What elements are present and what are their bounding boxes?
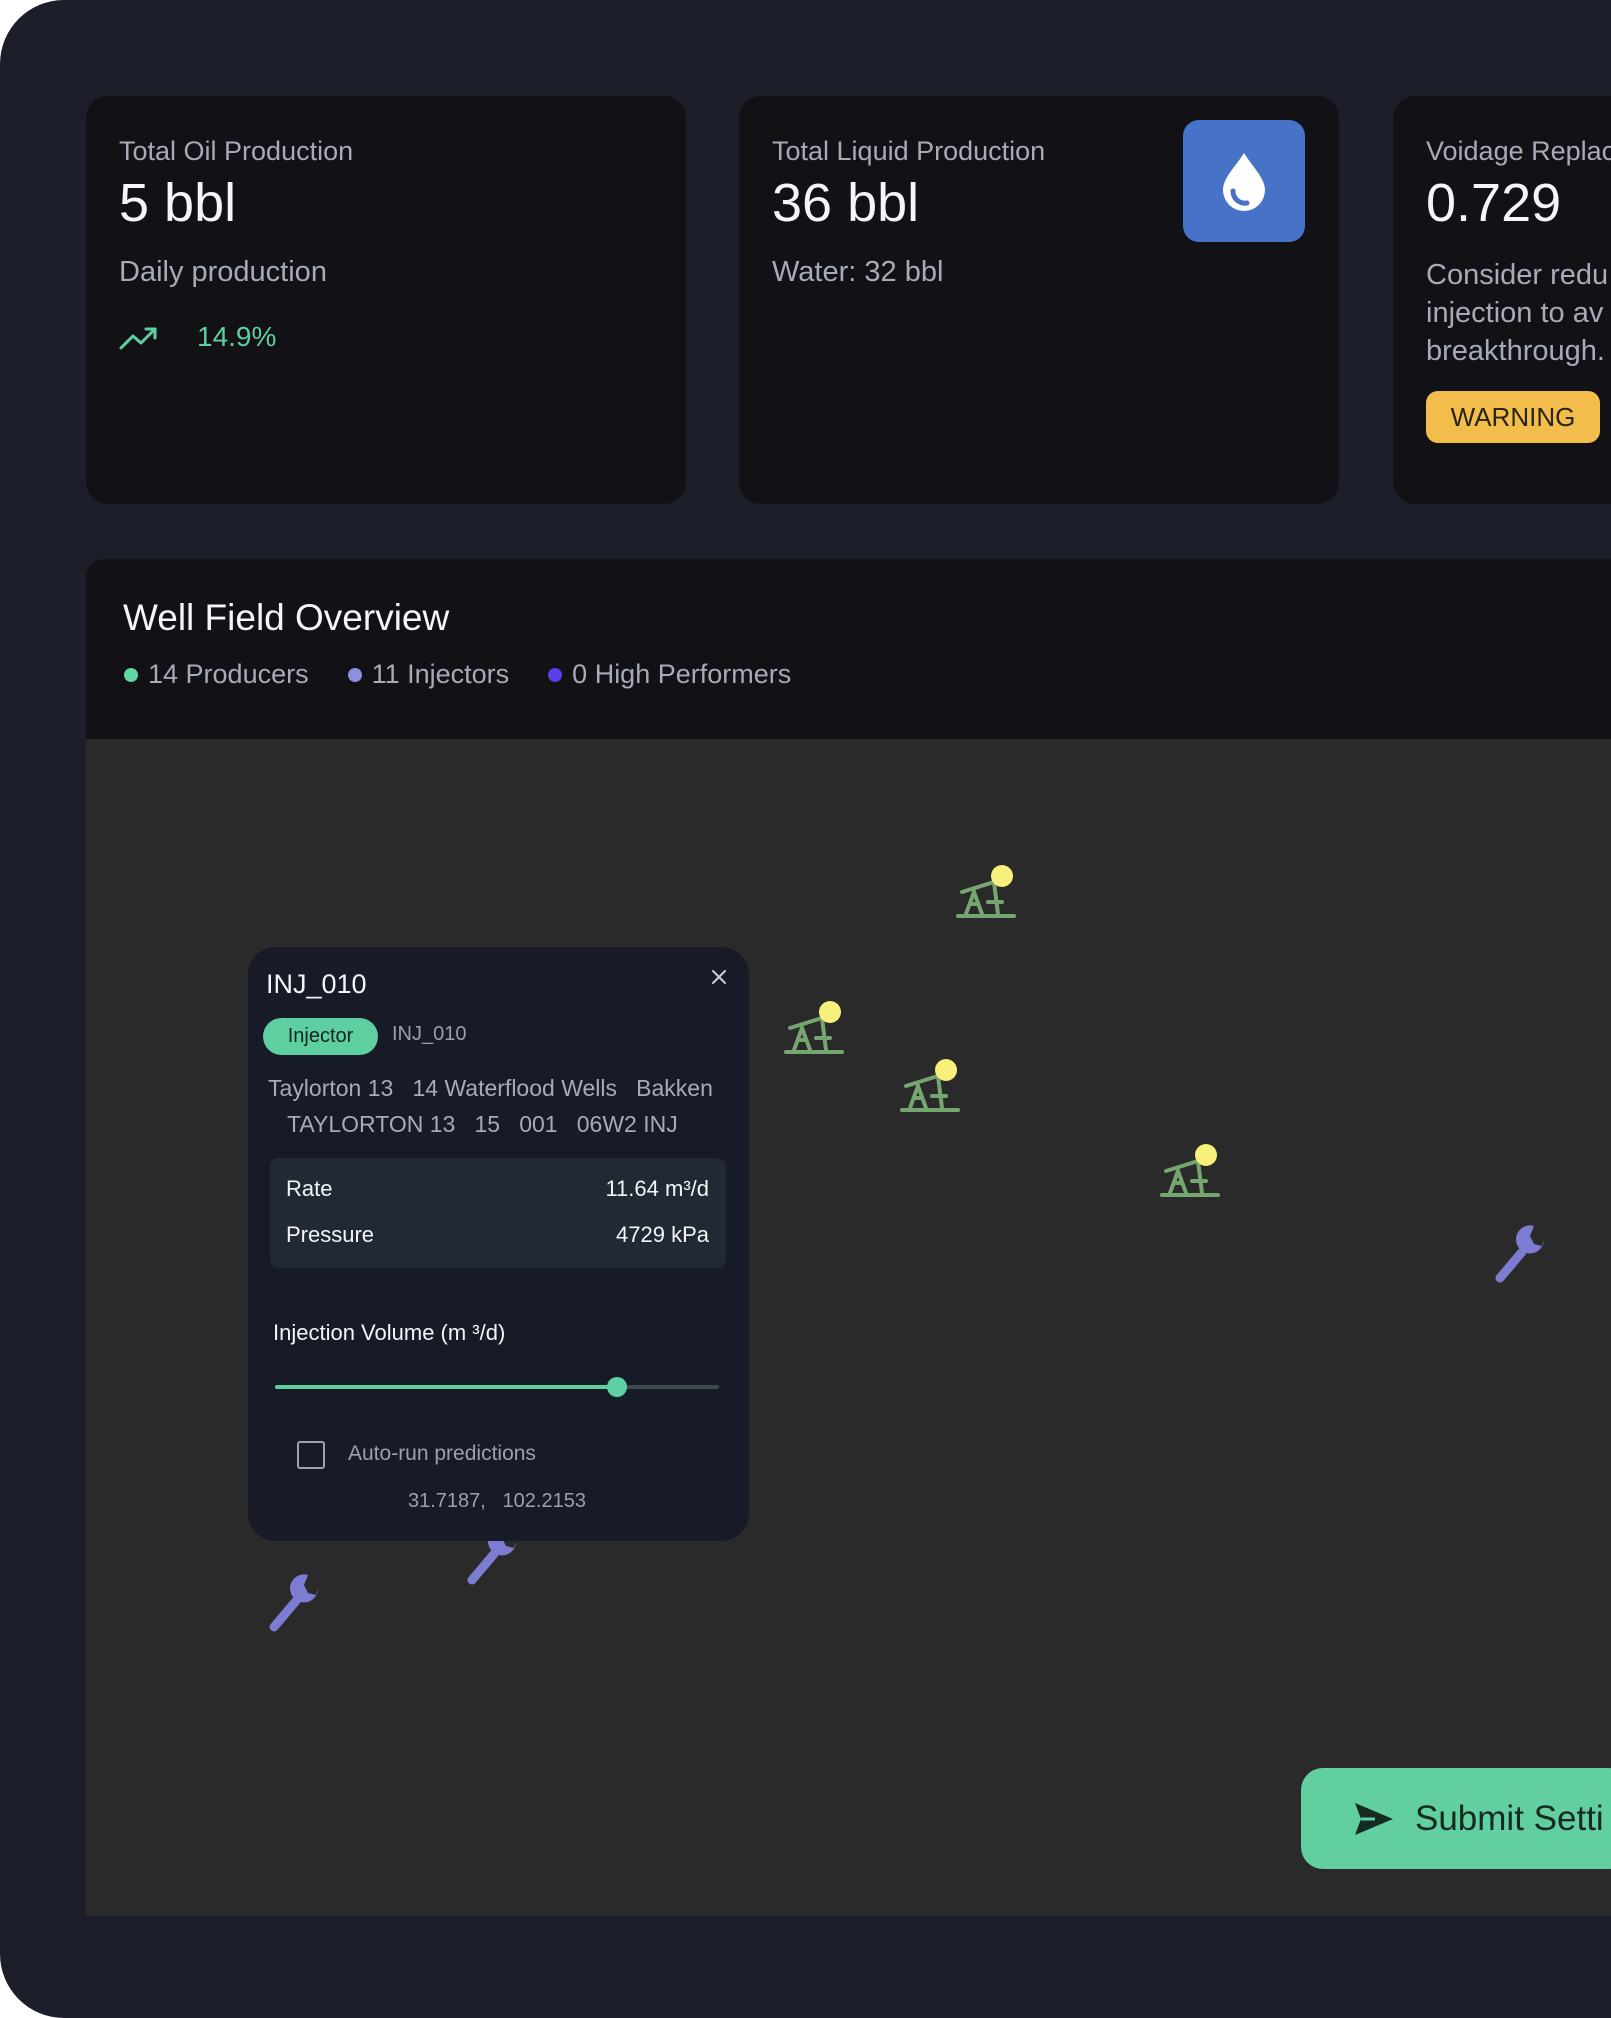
warning-message-line: injection to av xyxy=(1426,297,1604,329)
water-drop-icon xyxy=(1223,153,1265,211)
card-subtitle: Daily production xyxy=(119,256,327,288)
card-value: 36 bbl xyxy=(772,173,920,233)
pumpjack-icon[interactable] xyxy=(1158,1141,1224,1199)
stat-label: Pressure xyxy=(286,1222,375,1247)
legend-item-producers: 14 Producers xyxy=(124,659,309,690)
pumpjack-icon[interactable] xyxy=(782,998,848,1056)
card-value: 0.729 xyxy=(1426,173,1562,233)
wrench-icon[interactable] xyxy=(264,1571,330,1637)
slider-fill xyxy=(275,1385,617,1389)
warning-message-line: Consider redu xyxy=(1426,259,1609,291)
legend-label: 0 High Performers xyxy=(572,659,792,689)
card-title: Total Liquid Production xyxy=(772,136,1046,166)
pumpjack-icon[interactable] xyxy=(898,1056,964,1114)
stat-value: 11.64 m³/d xyxy=(605,1176,709,1201)
trend: 14.9% xyxy=(119,317,276,357)
well-field-panel-header: Well Field Overview 14 Producers 11 Inje… xyxy=(86,559,1611,739)
auto-run-label: Auto-run predictions xyxy=(348,1442,536,1465)
location-line: Taylorton 13 14 Waterflood Wells Bakken xyxy=(268,1075,713,1101)
warning-message-line: breakthrough. xyxy=(1426,335,1605,367)
card-title: Voidage Replac xyxy=(1426,136,1611,166)
legend: 14 Producers 11 Injectors 0 High Perform… xyxy=(124,659,830,690)
coordinates-readout: 31.7187, 102.2153 xyxy=(408,1490,586,1512)
oil-production-card: Total Oil Production 5 bbl Daily product… xyxy=(86,96,686,504)
warning-badge: WARNING xyxy=(1426,391,1600,443)
stat-label: Rate xyxy=(286,1176,333,1201)
location-line: TAYLORTON 13 15 001 06W2 INJ xyxy=(287,1111,678,1137)
slider-track xyxy=(617,1385,719,1389)
submit-label: Submit Setti xyxy=(1415,1798,1604,1838)
liquid-production-card: Total Liquid Production 36 bbl Water: 32… xyxy=(739,96,1339,504)
stat-row-rate: Rate 11.64 m³/d xyxy=(286,1176,709,1202)
card-value: 5 bbl xyxy=(119,173,237,233)
wrench-icon[interactable] xyxy=(1490,1222,1556,1288)
legend-item-high-performers: 0 High Performers xyxy=(548,659,791,690)
slider-label: Injection Volume (m ³/d) xyxy=(273,1320,506,1345)
trend-percent: 14.9% xyxy=(197,321,277,352)
send-icon xyxy=(1355,1802,1393,1835)
stat-value: 4729 kPa xyxy=(616,1222,709,1247)
warning-message: Consider redu injection to av breakthrou… xyxy=(1426,256,1611,370)
dashboard: Total Oil Production 5 bbl Daily product… xyxy=(0,0,1611,2018)
well-detail-popup: INJ_010 Injector INJ_010 Taylorton 13 14… xyxy=(248,947,749,1541)
trending-up-icon xyxy=(119,327,157,350)
legend-dot xyxy=(548,667,563,682)
voidage-replacement-card: Voidage Replac 0.729 Consider redu injec… xyxy=(1393,96,1611,504)
card-subtitle: Water: 32 bbl xyxy=(772,256,944,288)
submit-settings-button[interactable]: Submit Setti xyxy=(1301,1768,1611,1869)
close-icon[interactable] xyxy=(707,965,731,989)
slider-thumb[interactable] xyxy=(607,1377,627,1397)
stat-row-pressure: Pressure 4729 kPa xyxy=(286,1222,709,1248)
legend-label: 14 Producers xyxy=(148,659,309,689)
card-title: Total Oil Production xyxy=(119,136,354,166)
panel-title: Well Field Overview xyxy=(123,597,450,638)
legend-label: 11 Injectors xyxy=(371,659,510,689)
auto-run-checkbox[interactable] xyxy=(297,1441,325,1469)
legend-dot xyxy=(124,667,138,682)
pumpjack-icon[interactable] xyxy=(954,862,1020,920)
legend-item-injectors: 11 Injectors xyxy=(347,659,510,690)
well-id: INJ_010 xyxy=(392,1023,467,1045)
water-drop-icon-box xyxy=(1183,120,1305,242)
well-stats: Rate 11.64 m³/d Pressure 4729 kPa xyxy=(270,1158,726,1268)
well-type-badge: Injector xyxy=(263,1018,378,1055)
popup-title: INJ_010 xyxy=(266,969,367,999)
injection-volume-slider[interactable] xyxy=(275,1376,719,1398)
legend-dot xyxy=(347,667,362,682)
